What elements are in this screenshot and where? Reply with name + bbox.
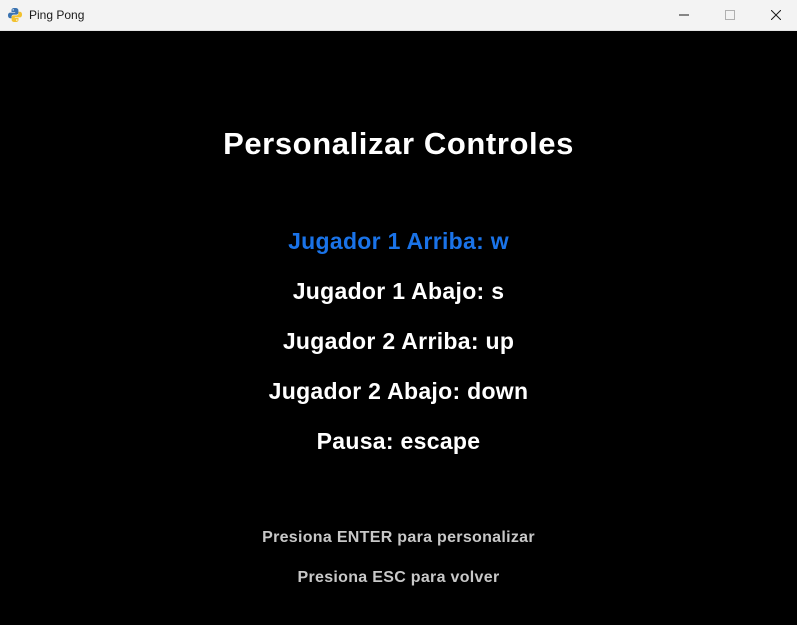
- control-option-pause[interactable]: Pausa: escape: [0, 428, 797, 455]
- close-icon: [771, 10, 781, 20]
- minimize-icon: [679, 14, 689, 16]
- hint-esc: Presiona ESC para volver: [297, 569, 500, 586]
- python-icon: [8, 8, 22, 22]
- maximize-button[interactable]: [707, 0, 753, 30]
- app-window: Ping Pong Personalizar Controles Jugador…: [0, 0, 797, 625]
- page-title: Personalizar Controles: [223, 126, 574, 161]
- hint-enter: Presiona ENTER para personalizar: [262, 529, 535, 546]
- title-bar[interactable]: Ping Pong: [0, 0, 797, 31]
- control-option-p1-up[interactable]: Jugador 1 Arriba: w: [0, 228, 797, 255]
- minimize-button[interactable]: [661, 0, 707, 30]
- control-option-p2-down[interactable]: Jugador 2 Abajo: down: [0, 378, 797, 405]
- game-canvas[interactable]: Personalizar Controles Jugador 1 Arriba:…: [0, 31, 797, 625]
- close-button[interactable]: [753, 0, 797, 30]
- control-option-p1-down[interactable]: Jugador 1 Abajo: s: [0, 278, 797, 305]
- maximize-icon: [725, 10, 735, 20]
- window-title: Ping Pong: [29, 8, 85, 22]
- control-option-p2-up[interactable]: Jugador 2 Arriba: up: [0, 328, 797, 355]
